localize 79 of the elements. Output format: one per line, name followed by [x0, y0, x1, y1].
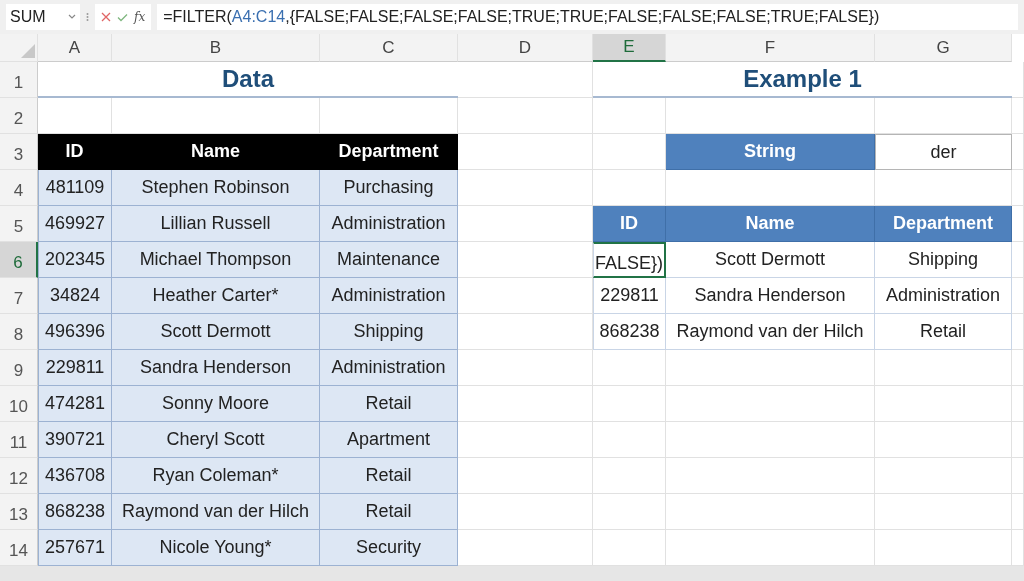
table-cell: 229811: [593, 278, 666, 314]
table-cell: 481109: [38, 170, 112, 206]
table-cell: Lillian Russell: [112, 206, 320, 242]
table-cell: 474281: [38, 386, 112, 422]
check-icon[interactable]: [117, 12, 128, 22]
row-header[interactable]: 5: [0, 206, 38, 242]
select-all-corner[interactable]: [0, 34, 38, 62]
row-header[interactable]: 1: [0, 62, 38, 98]
column-heading: ID: [38, 134, 112, 170]
table-cell: Raymond van der Hilch: [112, 494, 320, 530]
column-header[interactable]: C: [320, 34, 458, 62]
table-cell: Maintenance: [320, 242, 458, 278]
table-cell: 257671: [38, 530, 112, 566]
table-cell: Sandra Henderson: [112, 350, 320, 386]
table-cell: Security: [320, 530, 458, 566]
table-cell: FALSE}): [593, 242, 666, 278]
table-cell: Retail: [875, 314, 1012, 350]
table-cell: 868238: [38, 494, 112, 530]
column-header[interactable]: E: [593, 34, 666, 62]
table-cell: Ryan Coleman*: [112, 458, 320, 494]
row-header[interactable]: 8: [0, 314, 38, 350]
row-header[interactable]: 4: [0, 170, 38, 206]
table-cell: Purchasing: [320, 170, 458, 206]
table-cell: Cheryl Scott: [112, 422, 320, 458]
table-cell: Stephen Robinson: [112, 170, 320, 206]
table-cell: Retail: [320, 458, 458, 494]
table-cell: Nicole Young*: [112, 530, 320, 566]
table-cell: Sandra Henderson: [666, 278, 875, 314]
table-cell: Retail: [320, 494, 458, 530]
column-heading: Name: [112, 134, 320, 170]
row-header[interactable]: 12: [0, 458, 38, 494]
table-cell: 496396: [38, 314, 112, 350]
row-header[interactable]: 14: [0, 530, 38, 566]
row-header[interactable]: 7: [0, 278, 38, 314]
column-heading: Department: [875, 206, 1012, 242]
table-cell: Administration: [320, 206, 458, 242]
column-header[interactable]: A: [38, 34, 112, 62]
table-cell: 229811: [38, 350, 112, 386]
triangle-icon: [20, 44, 35, 58]
table-cell: Scott Dermott: [112, 314, 320, 350]
row-header[interactable]: 2: [0, 98, 38, 134]
criteria-label: String: [666, 134, 875, 170]
table-cell: 202345: [38, 242, 112, 278]
table-cell: Retail: [320, 386, 458, 422]
column-header[interactable]: F: [666, 34, 875, 62]
column-header[interactable]: G: [875, 34, 1012, 62]
table-cell: Scott Dermott: [666, 242, 875, 278]
table-cell: Shipping: [875, 242, 1012, 278]
table-cell: Sonny Moore: [112, 386, 320, 422]
table-cell: 34824: [38, 278, 112, 314]
table-cell: Heather Carter*: [112, 278, 320, 314]
row-header[interactable]: 6: [0, 242, 38, 278]
column-heading: Name: [666, 206, 875, 242]
column-heading: ID: [593, 206, 666, 242]
table-cell: Raymond van der Hilch: [666, 314, 875, 350]
table-cell: Administration: [320, 350, 458, 386]
criteria-value: der: [875, 134, 1012, 170]
column-heading: Department: [320, 134, 458, 170]
row-header[interactable]: 9: [0, 350, 38, 386]
table-cell: 868238: [593, 314, 666, 350]
row-header[interactable]: 3: [0, 134, 38, 170]
column-header[interactable]: B: [112, 34, 320, 62]
formula-field[interactable]: =FILTER(A4:C14,{FALSE;FALSE;FALSE;FALSE;TRUE;TRUE;FALSE;FALSE;FALSE;TRUE;FALSE}): [157, 4, 1018, 30]
table-cell: Administration: [875, 278, 1012, 314]
row-header[interactable]: 10: [0, 386, 38, 422]
column-header[interactable]: D: [458, 34, 593, 62]
grip-icon: [86, 12, 89, 22]
table-cell: Apartment: [320, 422, 458, 458]
table-cell: Administration: [320, 278, 458, 314]
cancel-icon[interactable]: [101, 12, 111, 22]
table-cell: 390721: [38, 422, 112, 458]
table-cell: 436708: [38, 458, 112, 494]
table-cell: Michael Thompson: [112, 242, 320, 278]
table-cell: 469927: [38, 206, 112, 242]
row-header[interactable]: 11: [0, 422, 38, 458]
insert-function-button[interactable]: fx: [134, 10, 146, 24]
caret-icon[interactable]: [68, 14, 76, 20]
row-header[interactable]: 13: [0, 494, 38, 530]
table-cell: Shipping: [320, 314, 458, 350]
